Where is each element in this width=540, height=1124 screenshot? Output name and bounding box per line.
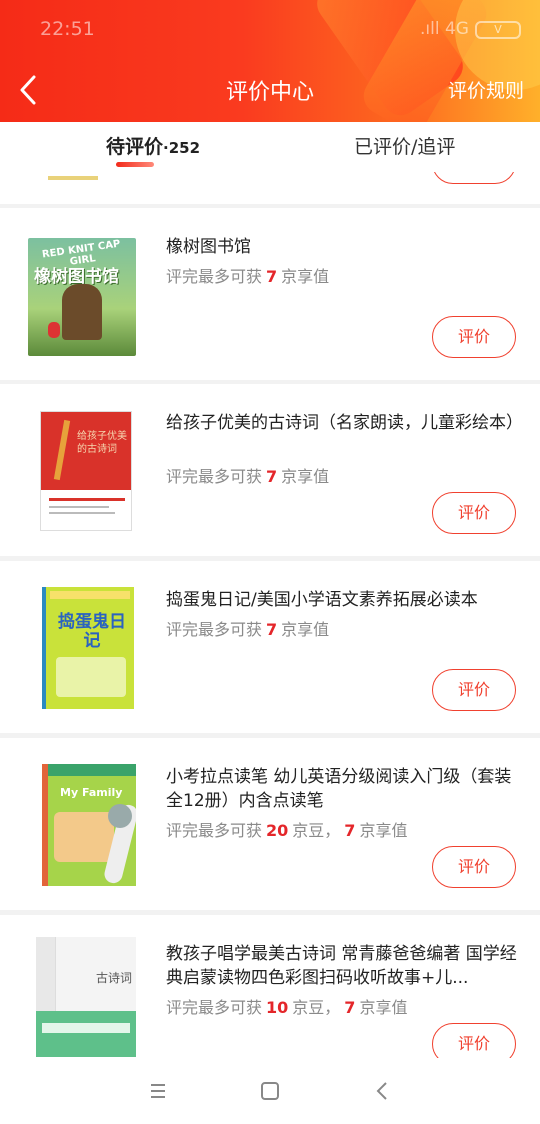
book-cover-text: 捣蛋鬼日记 <box>58 612 126 651</box>
cover-line <box>49 498 125 501</box>
book-cover-text: 给孩子优美的古诗词 <box>77 431 127 455</box>
reward-info: 评完最多可获 10 京豆， 7 京享值 <box>166 998 408 1017</box>
rate-button[interactable]: 评价 <box>432 846 516 888</box>
reward-info: 评完最多可获 7 京享值 <box>166 467 330 486</box>
status-time: 22:51 <box>40 18 95 40</box>
network-indicator: .ıll 4G <box>420 19 469 39</box>
book-cover-text: 古诗词 <box>96 971 133 985</box>
reward-info: 评完最多可获 7 京享值 <box>166 620 330 639</box>
rate-button[interactable]: 评价 <box>432 316 516 358</box>
cover-illustration <box>56 657 126 697</box>
tree-illustration <box>62 284 102 340</box>
book-cover[interactable]: My Family <box>42 764 136 886</box>
rate-button[interactable] <box>432 172 516 184</box>
tab-active-indicator <box>116 162 154 167</box>
nav-bar: 评价中心 评价规则 <box>0 62 540 116</box>
cover-band <box>50 591 130 599</box>
item-title[interactable]: 橡树图书馆 <box>166 235 518 259</box>
list-item <box>0 172 540 204</box>
cover-band <box>36 1011 136 1057</box>
tab-pending-count: 252 <box>168 139 201 157</box>
review-list: RED KNIT CAP GIRL 橡树图书馆 橡树图书馆 评完最多可获 7 京享值… <box>0 172 540 1058</box>
list-item: 捣蛋鬼日记 捣蛋鬼日记/美国小学语文素养拓展必读本 评完最多可获 7 京享值 评价 <box>0 561 540 733</box>
rules-link[interactable]: 评价规则 <box>448 76 524 103</box>
rate-button[interactable]: 评价 <box>432 669 516 711</box>
status-bar: 22:51 .ıll 4G V <box>0 0 540 60</box>
menu-icon[interactable] <box>143 1076 173 1106</box>
girl-illustration <box>48 322 60 338</box>
item-title[interactable]: 教孩子唱学最美古诗词 常青藤爸爸编著 国学经典启蒙读物四色彩图扫码收听故事+儿.… <box>166 942 518 990</box>
reward-info: 评完最多可获 20 京豆， 7 京享值 <box>166 821 408 840</box>
book-cover[interactable]: 捣蛋鬼日记 <box>42 587 134 709</box>
reward-info: 评完最多可获 7 京享值 <box>166 267 330 286</box>
book-cover <box>48 176 98 180</box>
book-cover[interactable]: RED KNIT CAP GIRL 橡树图书馆 <box>28 238 136 356</box>
cover-band <box>48 764 136 776</box>
tab-bar: 待评价·252 已评价/追评 <box>0 122 540 172</box>
home-icon[interactable] <box>255 1076 285 1106</box>
item-title[interactable]: 给孩子优美的古诗词（名家朗读，儿童彩绘本） <box>166 411 523 435</box>
rate-button[interactable]: 评价 <box>432 1023 516 1058</box>
cover-line <box>49 512 115 514</box>
book-cover[interactable]: 给孩子优美的古诗词 <box>40 411 132 531</box>
list-item: 古诗词 教孩子唱学最美古诗词 常青藤爸爸编著 国学经典启蒙读物四色彩图扫码收听故… <box>0 915 540 1058</box>
rate-button[interactable]: 评价 <box>432 492 516 534</box>
cover-line <box>42 1023 130 1033</box>
list-item: My Family 小考拉点读笔 幼儿英语分级阅读入门级（套装全12册）内含点读… <box>0 738 540 910</box>
koala-illustration <box>108 804 132 828</box>
item-title[interactable]: 捣蛋鬼日记/美国小学语文素养拓展必读本 <box>166 588 518 612</box>
item-title[interactable]: 小考拉点读笔 幼儿英语分级阅读入门级（套装全12册）内含点读笔 <box>166 765 518 813</box>
battery-icon: V <box>475 21 521 39</box>
back-nav-icon[interactable] <box>368 1076 398 1106</box>
tab-pending-label: 待评价 <box>106 136 164 158</box>
list-item: RED KNIT CAP GIRL 橡树图书馆 橡树图书馆 评完最多可获 7 京享值… <box>0 208 540 380</box>
cover-illustration <box>54 812 114 862</box>
tab-pending[interactable]: 待评价·252 <box>106 132 200 159</box>
cover-line <box>49 506 109 508</box>
list-item: 给孩子优美的古诗词 给孩子优美的古诗词（名家朗读，儿童彩绘本） 评完最多可获 7 京… <box>0 384 540 556</box>
system-nav-bar <box>0 1058 540 1124</box>
tab-reviewed[interactable]: 已评价/追评 <box>354 132 455 159</box>
book-cover[interactable]: 古诗词 <box>36 937 136 1057</box>
book-cover-text: My Family <box>60 786 123 799</box>
header-bar: 22:51 .ıll 4G V 评价中心 评价规则 <box>0 0 540 122</box>
